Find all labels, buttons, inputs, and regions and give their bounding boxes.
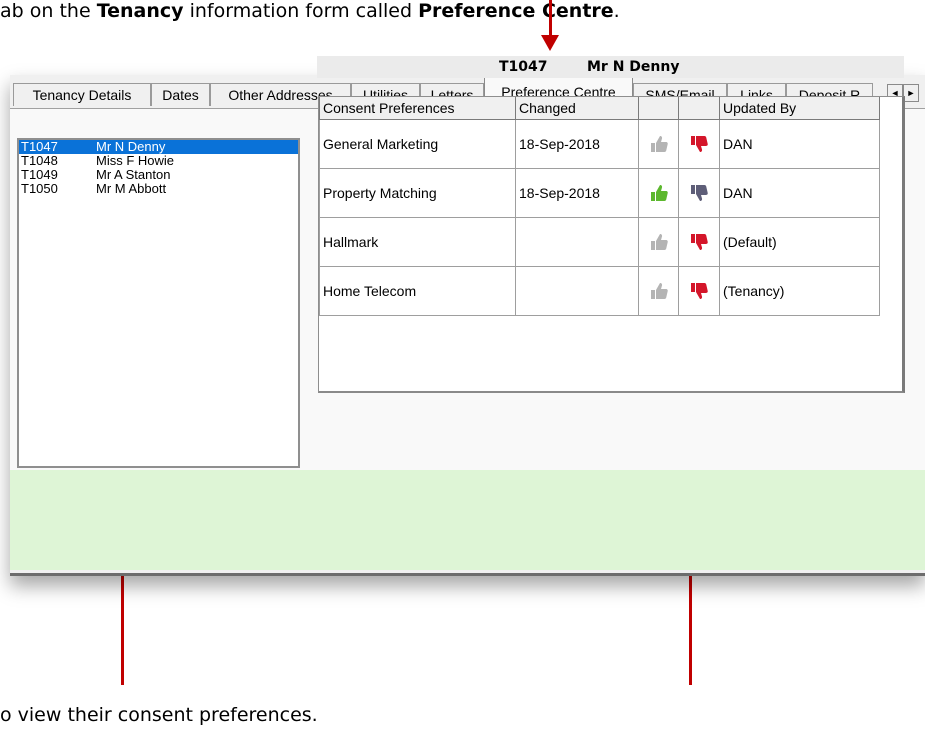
updated-by-cell: DAN: [719, 167, 880, 218]
tenant-name: Mr M Abbott: [96, 181, 167, 196]
footer-area: [10, 470, 925, 570]
top-caption-end: .: [613, 0, 620, 22]
column-header-updated-by[interactable]: Updated By: [719, 97, 880, 120]
table-row[interactable]: Hallmark (Default): [319, 216, 880, 267]
column-header-consent-yes[interactable]: [638, 97, 679, 120]
changed-date-cell: [515, 265, 639, 316]
bottom-caption: o view their consent preferences.: [0, 704, 318, 726]
thumbs-up-icon[interactable]: [638, 167, 679, 218]
table-row[interactable]: Home Telecom (Tenancy): [319, 265, 880, 316]
tenant-row[interactable]: T1048 Miss F Howie: [19, 154, 298, 168]
column-header-changed[interactable]: Changed: [515, 97, 639, 120]
top-caption-bold-1: Tenancy: [96, 0, 184, 22]
consent-preference-cell: General Marketing: [319, 118, 516, 169]
consent-preference-cell: Property Matching: [319, 167, 516, 218]
tenant-code: T1048: [21, 153, 58, 168]
arrow-to-tab-head: [541, 35, 559, 51]
arrow-to-tab-line: [549, 0, 552, 36]
thumbs-up-icon[interactable]: [638, 265, 679, 316]
table-row[interactable]: Property Matching 18-Sep-2018 DAN: [319, 167, 880, 218]
thumbs-down-icon[interactable]: [678, 118, 720, 169]
column-header-consent-preferences[interactable]: Consent Preferences: [319, 97, 516, 120]
consent-preference-cell: Hallmark: [319, 216, 516, 267]
updated-by-cell: (Default): [719, 216, 880, 267]
tenant-name: Mr A Stanton: [96, 167, 171, 182]
thumbs-up-icon[interactable]: [638, 118, 679, 169]
thumbs-up-icon[interactable]: [638, 216, 679, 267]
selected-tenant-code: T1047: [499, 59, 548, 75]
selected-tenant-header: T1047 Mr N Denny: [317, 56, 904, 78]
changed-date-cell: 18-Sep-2018: [515, 118, 639, 169]
changed-date-cell: 18-Sep-2018: [515, 167, 639, 218]
top-caption: ab on the Tenancy information form calle…: [0, 0, 900, 31]
tenant-name: Miss F Howie: [96, 153, 175, 168]
tenant-row[interactable]: T1050 Mr M Abbott: [19, 182, 298, 196]
tenant-code: T1047: [21, 139, 58, 154]
updated-by-cell: (Tenancy): [719, 265, 880, 316]
tenant-row[interactable]: T1047 Mr N Denny: [19, 139, 298, 155]
thumbs-down-icon[interactable]: [678, 216, 720, 267]
table-row[interactable]: General Marketing 18-Sep-2018 DAN: [319, 118, 880, 169]
tab-tenancy-details[interactable]: Tenancy Details: [13, 83, 151, 106]
top-caption-bold-2: Preference Centre: [418, 0, 614, 22]
top-caption-middle: information form called: [189, 0, 413, 22]
tenant-code: T1050: [21, 181, 58, 196]
updated-by-cell: DAN: [719, 118, 880, 169]
column-header-consent-no[interactable]: [678, 97, 720, 120]
thumbs-down-icon[interactable]: [678, 167, 720, 218]
thumbs-down-icon[interactable]: [678, 265, 720, 316]
tenant-list: T1047 Mr N Denny T1048 Miss F Howie T104…: [17, 138, 300, 468]
tab-dates[interactable]: Dates: [151, 83, 210, 106]
scroll-right-icon[interactable]: ►: [903, 84, 919, 102]
selected-tenant-name: Mr N Denny: [587, 59, 680, 75]
consent-preferences-grid: Consent Preferences Changed Updated By G…: [318, 96, 905, 393]
tenant-code: T1049: [21, 167, 58, 182]
top-caption-prefix: ab on the: [0, 0, 91, 22]
consent-preference-cell: Home Telecom: [319, 265, 516, 316]
changed-date-cell: [515, 216, 639, 267]
tenant-row[interactable]: T1049 Mr A Stanton: [19, 168, 298, 182]
